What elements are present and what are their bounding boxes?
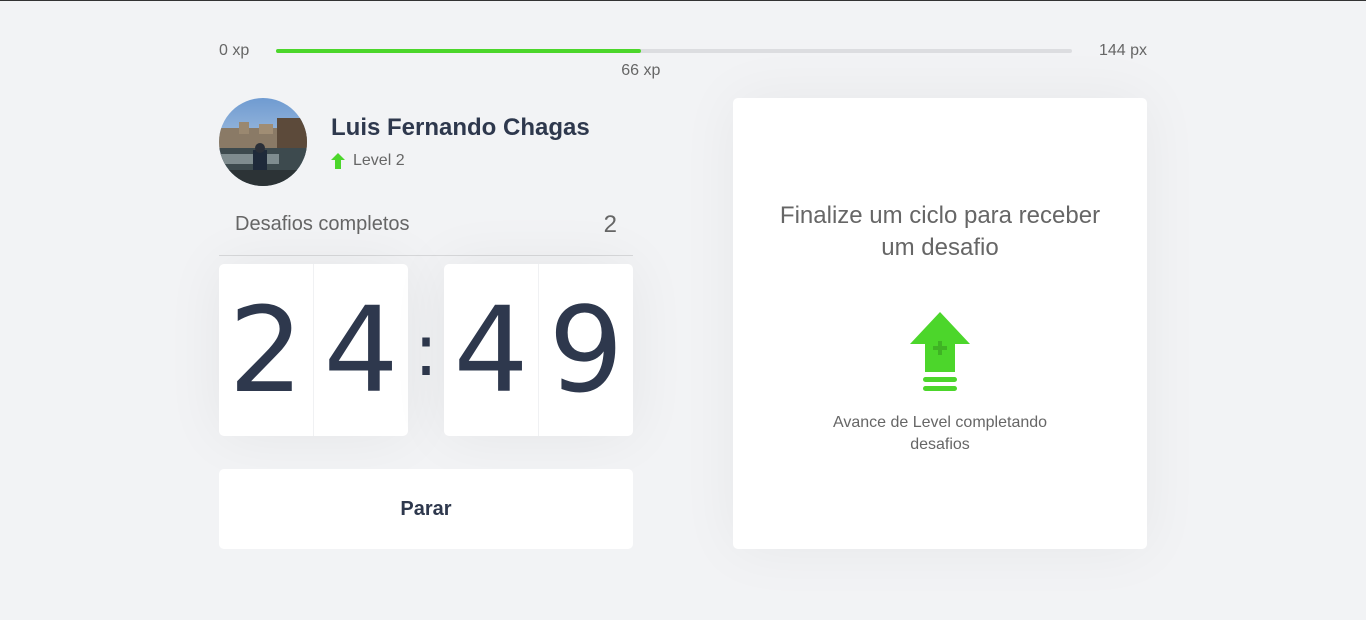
stop-cycle-button[interactable]: Parar bbox=[219, 469, 633, 549]
challenge-title: Finalize um ciclo para receber um desafi… bbox=[779, 202, 1101, 261]
minute-digit-ones: 4 bbox=[323, 281, 399, 419]
profile-info: Luis Fernando Chagas Level 2 bbox=[331, 114, 590, 170]
second-digit-ones: 9 bbox=[548, 281, 624, 419]
challenge-box: Finalize um ciclo para receber um desafi… bbox=[733, 98, 1147, 549]
countdown-separator: : bbox=[413, 308, 439, 392]
countdown: 2 4 : 4 9 bbox=[219, 264, 633, 436]
xp-current-label: 66 xp bbox=[621, 62, 661, 79]
profile: Luis Fernando Chagas Level 2 bbox=[219, 98, 633, 186]
xp-progress-fill bbox=[276, 49, 641, 53]
xp-max-label: 144 px bbox=[1098, 42, 1147, 59]
profile-name: Luis Fernando Chagas bbox=[331, 114, 590, 141]
experience-bar: 0 xp 66 xp 144 px bbox=[219, 40, 1147, 80]
xp-track bbox=[276, 49, 1072, 53]
avatar bbox=[219, 98, 307, 186]
level-up-arrow-icon bbox=[331, 153, 345, 169]
minute-digit-tens: 2 bbox=[219, 264, 314, 436]
xp-min-label: 0 xp bbox=[219, 42, 250, 59]
countdown-seconds: 4 9 bbox=[444, 264, 633, 436]
countdown-minutes: 2 4 bbox=[219, 264, 408, 436]
window-top-border bbox=[0, 0, 1366, 1]
level-label: Level 2 bbox=[353, 152, 405, 169]
profile-level: Level 2 bbox=[331, 152, 590, 170]
level-up-icon bbox=[910, 312, 970, 391]
completed-challenges-label: Desafios completos bbox=[235, 213, 410, 235]
challenge-description: Avance de Level completando desafios bbox=[832, 414, 1048, 453]
completed-challenges-count: 2 bbox=[603, 210, 617, 238]
second-digit-tens: 4 bbox=[444, 264, 539, 436]
completed-challenges: Desafios completos 2 bbox=[219, 206, 633, 256]
